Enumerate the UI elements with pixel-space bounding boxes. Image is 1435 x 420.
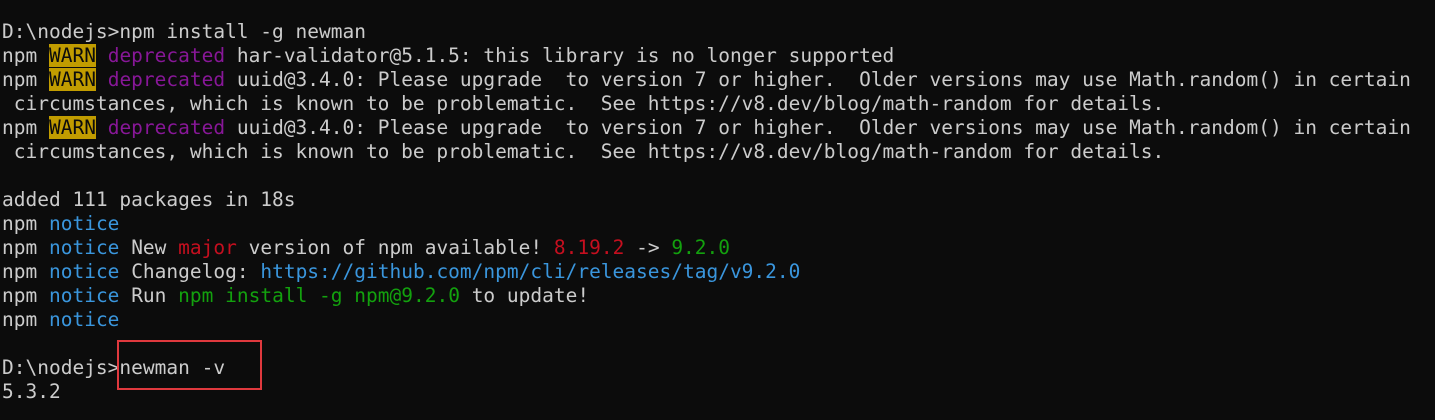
notice-line: npm notice bbox=[0, 212, 1435, 236]
npm-prefix: npm bbox=[2, 68, 38, 91]
notice-line: npm notice bbox=[0, 308, 1435, 332]
notice-line: npm notice New major version of npm avai… bbox=[0, 236, 1435, 260]
notice-label: notice bbox=[48, 212, 120, 235]
version-output-line: 5.3.2 bbox=[0, 380, 1435, 404]
major-label: major bbox=[178, 236, 237, 259]
npm-prefix: npm bbox=[2, 260, 38, 283]
deprecated-label: deprecated bbox=[107, 116, 226, 139]
warn-message: uuid@3.4.0: Please upgrade to version 7 … bbox=[236, 116, 1411, 139]
npm-prefix: npm bbox=[2, 236, 38, 259]
added-packages-text: added 111 packages in 18s bbox=[2, 188, 296, 211]
npm-prefix: npm bbox=[2, 284, 38, 307]
old-version: 8.19.2 bbox=[553, 236, 625, 259]
warn-message-continued: circumstances, which is known to be prob… bbox=[2, 92, 1165, 115]
warn-badge: WARN bbox=[48, 44, 96, 67]
command-text: newman -v bbox=[119, 356, 226, 379]
warn-continuation-line: circumstances, which is known to be prob… bbox=[0, 140, 1435, 164]
notice-line: npm notice Changelog: https://github.com… bbox=[0, 260, 1435, 284]
install-command-line: D:\nodejs>npm install -g newman bbox=[0, 20, 1435, 44]
warn-badge: WARN bbox=[48, 116, 96, 139]
warn-message: uuid@3.4.0: Please upgrade to version 7 … bbox=[236, 68, 1411, 91]
npm-prefix: npm bbox=[2, 44, 38, 67]
deprecated-label: deprecated bbox=[107, 68, 226, 91]
warn-message-continued: circumstances, which is known to be prob… bbox=[2, 140, 1165, 163]
arrow-text: -> bbox=[636, 236, 660, 259]
terminal-window[interactable]: D:\nodejs>npm install -g newman npm WARN… bbox=[0, 0, 1435, 420]
notice-label: notice bbox=[48, 260, 120, 283]
prompt: D:\nodejs> bbox=[2, 356, 120, 379]
npm-prefix: npm bbox=[2, 116, 38, 139]
warn-badge: WARN bbox=[48, 68, 96, 91]
notice-label: notice bbox=[48, 284, 120, 307]
warn-line: npm WARN deprecated uuid@3.4.0: Please u… bbox=[0, 68, 1435, 92]
added-packages-line: added 111 packages in 18s bbox=[0, 188, 1435, 212]
notice-version-text: version of npm available! bbox=[248, 236, 543, 259]
deprecated-label: deprecated bbox=[107, 44, 226, 67]
notice-line: npm notice Run npm install -g npm@9.2.0 … bbox=[0, 284, 1435, 308]
changelog-link[interactable]: https://github.com/npm/cli/releases/tag/… bbox=[260, 260, 800, 283]
npm-prefix: npm bbox=[2, 212, 38, 235]
version-output: 5.3.2 bbox=[2, 380, 61, 403]
warn-line: npm WARN deprecated har-validator@5.1.5:… bbox=[0, 44, 1435, 68]
changelog-label: Changelog: bbox=[131, 260, 249, 283]
version-command-line: D:\nodejs>newman -v bbox=[0, 356, 1435, 380]
prompt: D:\nodejs> bbox=[2, 20, 120, 43]
warn-continuation-line: circumstances, which is known to be prob… bbox=[0, 92, 1435, 116]
warn-line: npm WARN deprecated uuid@3.4.0: Please u… bbox=[0, 116, 1435, 140]
update-command: npm install -g npm@9.2.0 bbox=[178, 284, 460, 307]
notice-label: notice bbox=[48, 308, 120, 331]
update-suffix: to update! bbox=[471, 284, 590, 307]
command-text: npm install -g newman bbox=[119, 20, 366, 43]
new-version: 9.2.0 bbox=[671, 236, 731, 259]
warn-message: har-validator@5.1.5: this library is no … bbox=[236, 44, 895, 67]
notice-new-text: New bbox=[131, 236, 167, 259]
run-text: Run bbox=[131, 284, 167, 307]
notice-label: notice bbox=[48, 236, 120, 259]
npm-prefix: npm bbox=[2, 308, 38, 331]
